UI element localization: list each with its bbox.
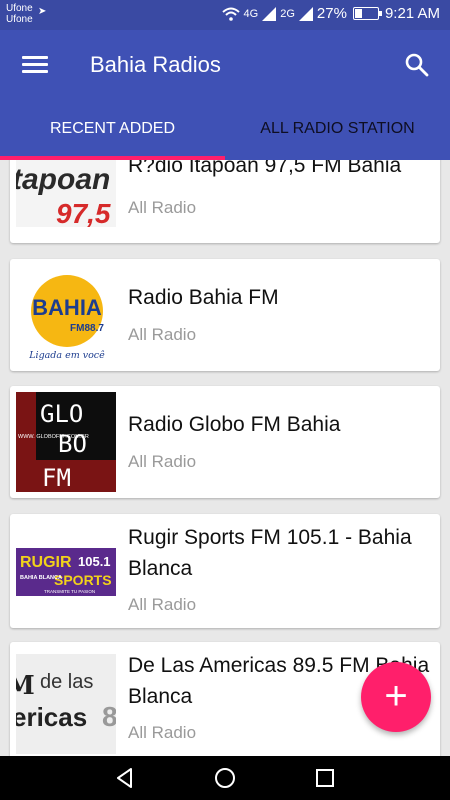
clock: 9:21 AM	[384, 5, 440, 22]
svg-text:M: M	[16, 671, 35, 701]
search-icon[interactable]	[404, 52, 430, 78]
tab-all-radio-station[interactable]: ALL RADIO STATION	[225, 100, 450, 160]
station-card[interactable]: tapoan F 97,5 R?dio Itapoan 97,5 FM Bahi…	[10, 160, 440, 243]
network-type-label: 4G	[243, 7, 259, 20]
wifi-icon	[221, 7, 240, 21]
menu-icon[interactable]	[22, 56, 48, 76]
network-type-label-2: 2G	[280, 7, 295, 20]
logo-text: de las	[40, 671, 93, 693]
station-card[interactable]: BAHIA FM88.7 Ligada em você Radio Bahia …	[10, 259, 440, 371]
station-name: Radio Bahia FM	[128, 286, 279, 309]
logo-text: tapoan F	[16, 163, 116, 196]
logo-text: FM88.7	[70, 323, 104, 334]
station-logo-itapoan: tapoan F 97,5	[16, 160, 116, 227]
system-nav-bar	[0, 756, 450, 800]
station-card[interactable]: GLO BO FM WWW. GLOBOFM .COM.BR Radio Glo…	[10, 386, 440, 498]
logo-text: WWW. GLOBOFM .COM.BR	[18, 434, 89, 440]
station-category: All Radio	[128, 452, 197, 471]
station-name: Radio Globo FM Bahia	[128, 413, 341, 436]
logo-text: TRANSMITE TU PASION	[44, 589, 95, 594]
tab-bar: RECENT ADDED ALL RADIO STATION	[0, 100, 450, 160]
station-logo-de-las-americas: M de las ericas 8	[16, 654, 116, 754]
logo-text: FM	[42, 464, 71, 492]
status-bar: Ufone Ufone ➤ 4G 2G 27% 9:21 AM	[0, 0, 450, 30]
signal-icon	[262, 6, 277, 21]
logo-text: ericas	[16, 702, 87, 732]
battery-percent: 27%	[316, 5, 347, 22]
logo-text: GLO	[40, 400, 83, 428]
signal-icon-2	[298, 6, 313, 21]
location-arrow-icon: ➤	[38, 6, 47, 17]
logo-text: BAHIA	[32, 295, 102, 320]
station-category: All Radio	[128, 325, 197, 344]
logo-text: 105.1	[78, 554, 111, 569]
svg-text:8: 8	[102, 701, 116, 732]
add-station-fab[interactable]: +	[361, 662, 431, 732]
logo-text: RUGIR	[20, 554, 72, 571]
app-title: Bahia Radios	[90, 52, 221, 77]
station-logo-rugir-sports: RUGIR 105.1 SPORTS BAHIA BLANCA TRANSMIT…	[16, 521, 116, 621]
station-name: R?dio Itapoan 97,5 FM Bahia	[128, 160, 402, 177]
carrier-info: Ufone Ufone	[6, 3, 33, 25]
station-category: All Radio	[128, 723, 197, 742]
back-icon[interactable]	[112, 765, 138, 791]
station-logo-globo-fm: GLO BO FM WWW. GLOBOFM .COM.BR	[16, 392, 116, 492]
station-category: All Radio	[128, 595, 197, 614]
carrier-name-2: Ufone	[6, 14, 33, 25]
tab-recent-added[interactable]: RECENT ADDED	[0, 100, 225, 160]
station-category: All Radio	[128, 198, 197, 217]
logo-text: SPORTS	[54, 572, 112, 588]
app-bar: Bahia Radios	[0, 30, 450, 100]
carrier-name: Ufone	[6, 3, 33, 14]
logo-text: BAHIA BLANCA	[20, 575, 62, 581]
home-icon[interactable]	[212, 765, 238, 791]
station-card[interactable]: RUGIR 105.1 SPORTS BAHIA BLANCA TRANSMIT…	[10, 514, 440, 628]
logo-text: 97,5	[56, 198, 111, 227]
station-name: Rugir Sports FM 105.1 - Bahia Blanca	[128, 526, 412, 580]
recents-icon[interactable]	[312, 765, 338, 791]
battery-icon	[352, 7, 382, 20]
logo-text: Ligada em você	[28, 350, 105, 361]
station-logo-bahia-fm: BAHIA FM88.7 Ligada em você	[17, 265, 117, 365]
